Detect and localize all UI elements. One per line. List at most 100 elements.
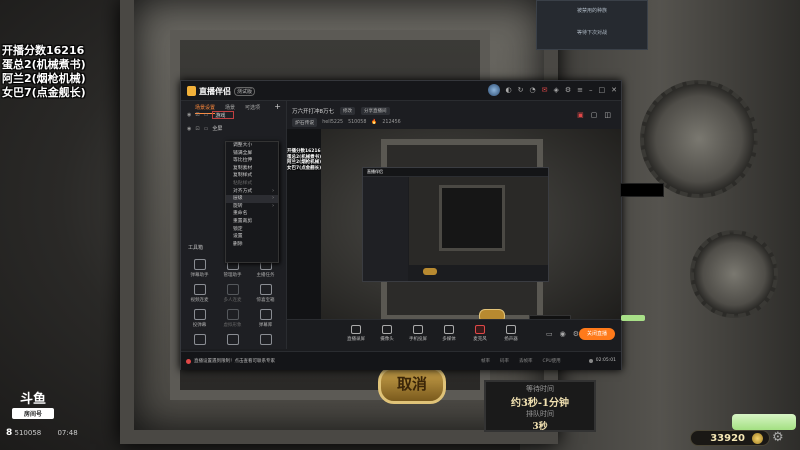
tool-icon: [226, 284, 239, 295]
context-menu-item[interactable]: 对齐方式 ›: [226, 188, 278, 196]
scene-row-fullscreen[interactable]: ◉ ⊡ ▭ 全屏: [187, 125, 222, 133]
cancel-queue-button[interactable]: 取消: [378, 366, 446, 404]
media-button[interactable]: 多媒体: [438, 325, 460, 342]
stream-title: 万六开打冲8万七: [292, 109, 334, 115]
tool-label: 投弹幕: [192, 323, 207, 328]
bottom-controls: 直播录屏 摄像头 手机投屏 多媒体 麦克风 扬声器 ▭ ◉ ⚙ 关闭直播: [287, 319, 621, 350]
notice-icon[interactable]: ◔: [529, 86, 535, 94]
view-icon[interactable]: ◉: [560, 330, 566, 338]
tool-avatar[interactable]: 虚拟形象: [216, 309, 249, 328]
context-menu-item[interactable]: 删除: [226, 241, 278, 249]
edit-title-button[interactable]: 修改: [340, 107, 355, 115]
context-menu-item[interactable]: 重置裁剪: [226, 218, 278, 226]
tool-surprise-box[interactable]: 惊喜宝箱: [249, 284, 282, 303]
lock-icon[interactable]: ⊡: [195, 126, 199, 132]
context-menu-item[interactable]: 层级 ›: [226, 195, 278, 203]
share-room-button[interactable]: 分享直播间: [361, 107, 390, 115]
overlay-line: 女巴7(点金舰长): [2, 86, 86, 99]
settings-gear-icon[interactable]: ⚙: [772, 430, 788, 446]
tool-throw-danmu[interactable]: 投弹幕: [183, 309, 216, 328]
settings-icon[interactable]: ⚙: [565, 86, 571, 94]
refresh-icon[interactable]: ↻: [518, 86, 524, 94]
tool-icon: [259, 334, 272, 345]
tool-danmu-lib[interactable]: 弹幕库: [249, 309, 282, 328]
context-menu-item[interactable]: 复制样式: [226, 172, 278, 180]
tool-label: 弹幕助手: [190, 273, 209, 278]
menu-item-banned-races[interactable]: 被禁用的种族: [537, 7, 647, 14]
context-menu-label: 旋转: [233, 203, 243, 209]
app-logo-icon: [187, 86, 196, 96]
stream-preview[interactable]: 开播分数16216 蛋总2(机械煮书) 阿兰2(烟枪机械) 女巴7(点金舰长) …: [287, 129, 664, 337]
nested-cancel: [423, 268, 437, 275]
context-menu-item[interactable]: 调整大小: [226, 142, 278, 150]
tool-label: 弹幕库: [258, 323, 273, 328]
screen-record-button[interactable]: 直播录屏: [345, 325, 367, 342]
tool-multi-link[interactable]: 多人连麦: [216, 284, 249, 303]
warning-icon: [186, 358, 191, 364]
category-chip[interactable]: 炉石传说: [292, 118, 318, 127]
phone-cast-button[interactable]: 手机投屏: [407, 325, 429, 342]
tool-label: 虚拟形象: [223, 323, 242, 328]
context-menu-item[interactable]: 复制素材: [226, 165, 278, 173]
screen-icon[interactable]: ▢: [591, 111, 598, 119]
folder-icon: ▭: [203, 112, 209, 118]
tool-extra[interactable]: [216, 334, 249, 347]
room-stats: 8 510058 07:48: [6, 428, 78, 438]
eye-icon[interactable]: ◉: [187, 112, 191, 118]
wait-value: 约3秒-1分钟: [510, 398, 570, 409]
tool-label: 管理助手: [223, 273, 242, 278]
context-menu: 调整大小 铺满全屏 等比拉伸 复制素材 复制样式 粘贴样式 对齐方式 › 层级 › 旋转 › 重命名 重置…: [225, 141, 279, 263]
status-warning[interactable]: 直播设置遇到限制！点击查看可联系专家: [186, 358, 275, 364]
scene-row-game[interactable]: ◉ ⊡ ▭ 游戏: [187, 111, 235, 119]
microphone-button[interactable]: 麦克风: [469, 325, 491, 342]
context-menu-item[interactable]: 旋转 ›: [226, 203, 278, 211]
phone-icon: [413, 325, 423, 334]
context-menu-item[interactable]: 粘贴样式: [226, 180, 278, 188]
camera-button[interactable]: 摄像头: [376, 325, 398, 342]
tool-video-link[interactable]: 视频连麦: [183, 284, 216, 303]
context-menu-label: 对齐方式: [233, 188, 253, 194]
logo-text: 斗鱼: [19, 392, 46, 407]
menu-item-wait-next[interactable]: 等待下次对战: [537, 29, 647, 36]
chat-icon[interactable]: ◫: [604, 111, 611, 119]
message-icon[interactable]: ✉: [542, 86, 548, 94]
scene-name[interactable]: 全屏: [212, 125, 222, 132]
nested-left-panel: [363, 177, 408, 281]
context-menu-item[interactable]: 重命名: [226, 210, 278, 218]
record-icon[interactable]: ▭: [546, 330, 553, 338]
gear-decoration: [640, 80, 758, 198]
add-source-button[interactable]: +: [274, 103, 281, 114]
context-menu-item[interactable]: 设置: [226, 233, 278, 241]
tool-extra[interactable]: [249, 334, 282, 347]
context-menu-item[interactable]: 锁定: [226, 226, 278, 234]
stop-live-button[interactable]: 关闭直播: [579, 328, 615, 340]
room-number: 510058: [14, 429, 42, 437]
toolbox-grid: 弹幕助手 管理助手 主播任务 视频连麦 多人连麦 惊喜宝箱 投弹幕 虚拟形象 弹…: [183, 259, 283, 347]
lock-icon[interactable]: ⊡: [195, 112, 199, 118]
skin-icon[interactable]: ◈: [553, 86, 558, 94]
folder-icon: ▭: [203, 125, 209, 132]
close-icon[interactable]: ✕: [611, 86, 617, 94]
maximize-icon[interactable]: □: [599, 86, 606, 94]
tool-extra[interactable]: [183, 334, 216, 347]
scene-name[interactable]: 游戏: [212, 111, 235, 119]
headset-icon[interactable]: ◐: [505, 86, 511, 94]
tool-danmu[interactable]: 弹幕助手: [183, 259, 216, 278]
gift-icon[interactable]: ▣: [577, 111, 584, 119]
room-id: 510058: [348, 120, 367, 125]
menu-icon[interactable]: ≡: [577, 86, 583, 94]
context-menu-item[interactable]: 等比拉伸: [226, 157, 278, 165]
speaker-button[interactable]: 扬声器: [500, 325, 522, 342]
queue-value: 3秒: [532, 422, 548, 432]
clock-time: 07:48: [57, 429, 78, 437]
context-menu-label: 复制素材: [233, 165, 253, 171]
eye-icon[interactable]: ◉: [187, 126, 191, 132]
microphone-icon: [475, 325, 485, 334]
tool-icon: [226, 309, 239, 320]
context-menu-item[interactable]: 铺满全屏: [226, 150, 278, 158]
queue-title: 排队时间: [526, 410, 554, 418]
preview-overlay-text: 开播分数16216 蛋总2(机械煮书) 阿兰2(烟枪机械) 女巴7(点金舰长): [287, 149, 322, 172]
tab-options[interactable]: 可选项: [245, 104, 260, 114]
avatar[interactable]: [488, 84, 500, 96]
minimize-icon[interactable]: –: [589, 86, 593, 94]
